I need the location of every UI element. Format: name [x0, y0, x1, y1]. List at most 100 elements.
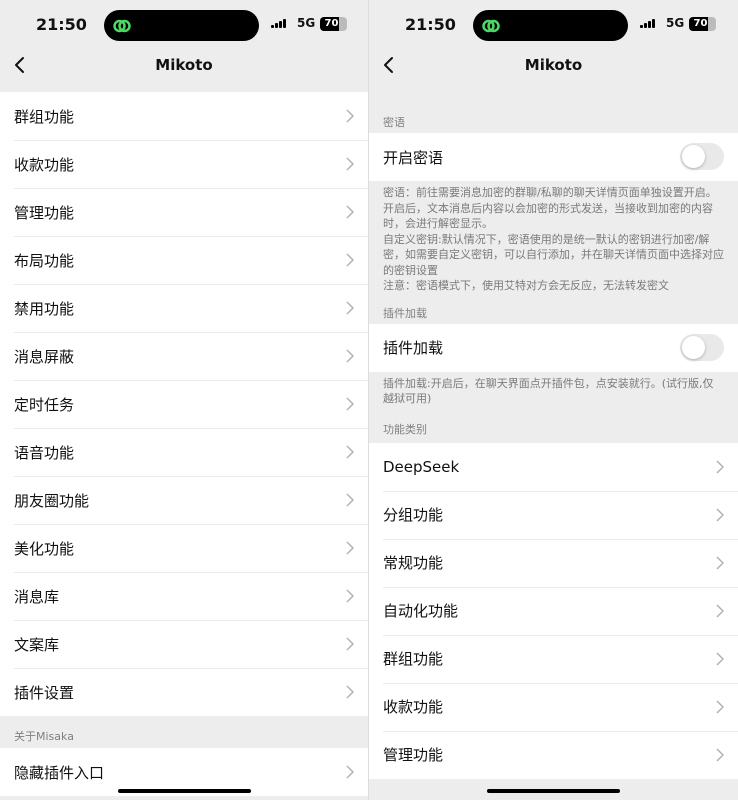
- plugin-toggle-label: 插件加载: [383, 339, 444, 357]
- chevron-right-icon: [346, 493, 354, 507]
- nav-bar: Mikoto: [0, 50, 368, 83]
- page-title: Mikoto: [155, 56, 213, 74]
- status-bar: 21:50 5G 70: [369, 0, 738, 50]
- category-item-automation[interactable]: 自动化功能: [369, 586, 738, 635]
- category-item-label: 群组功能: [383, 650, 444, 668]
- chevron-right-icon: [346, 445, 354, 459]
- secret-toggle-row: 开启密语: [369, 133, 738, 181]
- left-content: 群组功能 收款功能 管理功能 布局功能 禁用功能 消息屏蔽 定时任务 语音功能 …: [0, 83, 368, 800]
- menu-item-group[interactable]: 群组功能: [0, 92, 368, 140]
- category-item-label: DeepSeek: [383, 457, 460, 476]
- toggle-knob: [682, 335, 705, 359]
- home-indicator: [118, 789, 251, 793]
- right-screen: 21:50 5G 70 Mikoto 密语 开启密语 密语：前往需要消息加密的群…: [369, 0, 738, 800]
- category-item-label: 自动化功能: [383, 602, 459, 620]
- chevron-right-icon: [346, 253, 354, 267]
- chevron-right-icon: [716, 555, 724, 570]
- home-indicator: [487, 789, 620, 793]
- chevron-right-icon: [716, 747, 724, 762]
- battery-icon: 70: [689, 17, 716, 31]
- chevron-right-icon: [346, 349, 354, 363]
- plugin-toggle[interactable]: [680, 333, 724, 361]
- secret-toggle-label: 开启密语: [383, 148, 444, 167]
- network-label: 5G: [666, 16, 685, 30]
- menu-item-copy-library[interactable]: 文案库: [0, 620, 368, 668]
- secret-desc-line: 密语：前往需要消息加密的群聊/私聊的聊天详情页面单独设置开启。开启后，文本消息后…: [383, 186, 717, 230]
- chevron-right-icon: [346, 637, 354, 651]
- plugin-description: 插件加载:开启后，在聊天界面点开插件包，点安装就行。(试行版,仅越狱可用): [383, 376, 714, 406]
- category-item-general[interactable]: 常规功能: [369, 538, 738, 587]
- menu-item-label: 收款功能: [14, 155, 75, 174]
- chevron-right-icon: [346, 157, 354, 171]
- chevron-right-icon: [716, 651, 724, 666]
- nav-bar: Mikoto: [369, 50, 738, 83]
- menu-item-block-messages[interactable]: 消息屏蔽: [0, 332, 368, 380]
- battery-icon: 70: [320, 17, 347, 31]
- chevron-right-icon: [346, 301, 354, 315]
- menu-item-label: 朋友圈功能: [14, 491, 90, 510]
- left-screen: 21:50 5G 70 Mikoto 群组功能 收款功能 管理功能 布局功能 禁…: [0, 0, 369, 800]
- secret-description: 密语：前往需要消息加密的群聊/私聊的聊天详情页面单独设置开启。开启后，文本消息后…: [369, 181, 738, 302]
- secret-desc-line: 注意：密语模式下，使用艾特对方会无反应，无法转发密文: [383, 279, 669, 292]
- secret-toggle[interactable]: [680, 143, 724, 170]
- battery-text: 70: [693, 18, 708, 29]
- status-time: 21:50: [36, 15, 87, 34]
- chevron-right-icon: [346, 685, 354, 699]
- menu-item-admin[interactable]: 管理功能: [0, 188, 368, 236]
- secret-group: 开启密语: [369, 133, 738, 181]
- signal-icon: [271, 19, 286, 28]
- link-icon: [113, 19, 131, 33]
- category-item-label: 分组功能: [383, 506, 444, 524]
- menu-item-scheduled-tasks[interactable]: 定时任务: [0, 380, 368, 428]
- chevron-right-icon: [346, 541, 354, 555]
- menu-item-label: 文案库: [14, 635, 60, 654]
- link-icon: [482, 19, 500, 33]
- secret-desc-line: 自定义密钥:默认情况下，密语使用的是统一默认的密钥进行加密/解密，如需要自定义密…: [383, 232, 724, 277]
- section-header-about: 关于Misaka: [14, 730, 74, 743]
- chevron-right-icon: [346, 589, 354, 603]
- right-content: 密语 开启密语 密语：前往需要消息加密的群聊/私聊的聊天详情页面单独设置开启。开…: [369, 83, 738, 800]
- left-menu-group: 群组功能 收款功能 管理功能 布局功能 禁用功能 消息屏蔽 定时任务 语音功能 …: [0, 92, 368, 716]
- menu-item-label: 定时任务: [14, 395, 75, 414]
- menu-item-beautify[interactable]: 美化功能: [0, 524, 368, 572]
- menu-item-label: 插件设置: [14, 683, 75, 702]
- menu-item-label: 群组功能: [14, 107, 75, 126]
- signal-icon: [640, 19, 655, 28]
- category-item-deepseek[interactable]: DeepSeek: [369, 443, 738, 491]
- menu-item-moments[interactable]: 朋友圈功能: [0, 476, 368, 524]
- category-item-group[interactable]: 群组功能: [369, 634, 738, 683]
- category-item-payment[interactable]: 收款功能: [369, 682, 738, 731]
- chevron-right-icon: [346, 765, 354, 779]
- section-header-plugin: 插件加载: [383, 306, 427, 320]
- chevron-right-icon: [716, 699, 724, 714]
- battery-text: 70: [324, 18, 339, 29]
- page-title: Mikoto: [524, 56, 583, 74]
- menu-item-disable[interactable]: 禁用功能: [0, 284, 368, 332]
- dynamic-island: [104, 10, 259, 41]
- status-time: 21:50: [405, 15, 456, 34]
- chevron-right-icon: [716, 603, 724, 618]
- dynamic-island: [473, 10, 628, 41]
- menu-item-message-library[interactable]: 消息库: [0, 572, 368, 620]
- menu-item-label: 消息屏蔽: [14, 347, 75, 366]
- category-item-admin[interactable]: 管理功能: [369, 730, 738, 779]
- chevron-right-icon: [346, 397, 354, 411]
- menu-item-label: 美化功能: [14, 539, 75, 558]
- category-group: DeepSeek 分组功能 常规功能 自动化功能 群组功能 收款功能 管理功能: [369, 442, 738, 779]
- menu-item-label: 管理功能: [14, 203, 75, 222]
- menu-item-voice[interactable]: 语音功能: [0, 428, 368, 476]
- menu-item-layout[interactable]: 布局功能: [0, 236, 368, 284]
- chevron-right-icon: [716, 459, 724, 474]
- menu-item-label: 语音功能: [14, 443, 75, 462]
- menu-item-payment[interactable]: 收款功能: [0, 140, 368, 188]
- category-item-label: 收款功能: [383, 698, 444, 716]
- menu-item-plugin-settings[interactable]: 插件设置: [0, 668, 368, 716]
- menu-item-label: 布局功能: [14, 251, 75, 270]
- category-item-grouping[interactable]: 分组功能: [369, 490, 738, 539]
- menu-item-label: 消息库: [14, 587, 60, 606]
- plugin-toggle-row: 插件加载: [369, 324, 738, 372]
- category-item-label: 管理功能: [383, 746, 444, 764]
- network-label: 5G: [297, 16, 316, 30]
- chevron-right-icon: [346, 109, 354, 123]
- menu-item-label: 隐藏插件入口: [14, 763, 105, 782]
